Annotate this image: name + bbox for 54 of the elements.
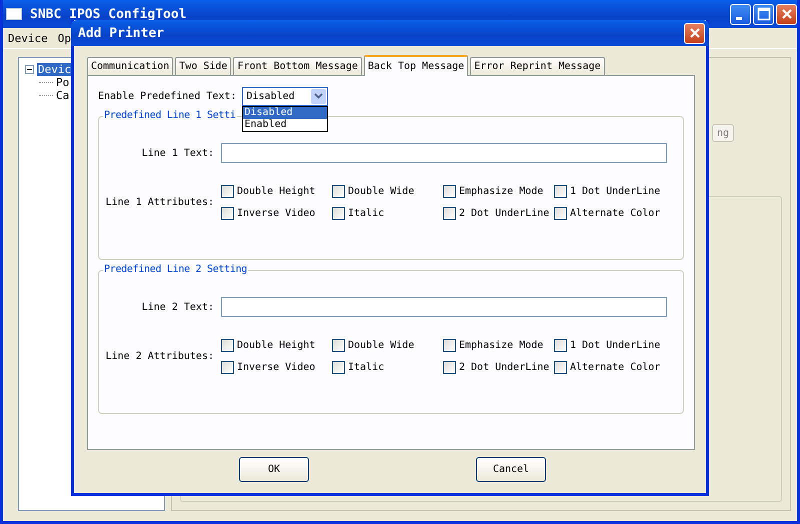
field-label: Enable Predefined Text: [98, 90, 236, 102]
checkbox[interactable]: Double Wide [332, 339, 443, 352]
group-title: Predefined Line 1 Setti [103, 110, 237, 121]
minimize-button[interactable] [730, 4, 751, 24]
dialog-button[interactable]: Cancel [476, 457, 546, 482]
maximize-icon [756, 7, 770, 21]
tab[interactable]: Communication [87, 57, 174, 75]
checkbox[interactable]: Inverse Video [221, 361, 332, 374]
tree-item[interactable]: Ca [55, 89, 70, 102]
menu-item[interactable]: Op [58, 32, 71, 44]
tab[interactable]: Front Bottom Message [233, 57, 362, 75]
checkbox[interactable]: 1 Dot UnderLine [554, 339, 665, 352]
tab[interactable]: Two Side [175, 57, 232, 75]
close-icon [688, 27, 700, 39]
text-input[interactable] [221, 143, 667, 163]
checkbox[interactable]: Double Height [221, 339, 332, 352]
text-input[interactable] [221, 297, 667, 317]
window-title: SNBC IPOS ConfigTool [30, 6, 188, 22]
caret-icon [311, 88, 326, 104]
checkbox[interactable]: Emphasize Mode [443, 339, 554, 352]
dropdown-option[interactable]: Disabled [243, 106, 328, 118]
background-button[interactable]: ng [712, 124, 734, 142]
dropdown-option[interactable]: Enabled [243, 118, 328, 130]
checkbox[interactable]: 2 Dot UnderLine [443, 361, 554, 374]
checkbox[interactable]: Double Wide [332, 185, 443, 198]
menu-item[interactable]: Device [8, 32, 48, 44]
window-icon [6, 8, 22, 20]
tab[interactable]: Back Top Message [364, 55, 468, 76]
dialog-button[interactable]: OK [239, 457, 309, 482]
checkbox[interactable]: Alternate Color [554, 207, 665, 220]
close-button[interactable] [684, 22, 705, 44]
checkbox[interactable]: 2 Dot UnderLine [443, 207, 554, 220]
close-button[interactable] [776, 4, 797, 24]
minimize-icon [736, 16, 742, 20]
checkbox[interactable]: 1 Dot UnderLine [554, 185, 665, 198]
checkbox[interactable]: Inverse Video [221, 207, 332, 220]
dropdown[interactable]: Disabled [242, 86, 328, 106]
checkbox[interactable]: Alternate Color [554, 361, 665, 374]
group-title: Predefined Line 2 Setting [103, 264, 248, 275]
field-label: Line 1 Text: [140, 148, 215, 158]
field-label: Line 2 Attributes: [104, 351, 215, 362]
tab[interactable]: Error Reprint Message [470, 57, 605, 75]
dialog-title: Add Printer [78, 26, 166, 40]
field-label: Line 1 Attributes: [104, 197, 215, 208]
tree-item[interactable]: Po [55, 76, 70, 89]
checkbox[interactable]: Emphasize Mode [443, 185, 554, 198]
checkbox[interactable]: Italic [332, 207, 443, 220]
close-icon [780, 8, 792, 20]
maximize-button[interactable] [753, 4, 774, 24]
tree-item[interactable]: Devic [37, 63, 72, 76]
field-label: Line 2 Text: [140, 302, 215, 312]
checkbox[interactable]: Double Height [221, 185, 332, 198]
collapse-icon[interactable] [25, 65, 34, 74]
checkbox[interactable]: Italic [332, 361, 443, 374]
